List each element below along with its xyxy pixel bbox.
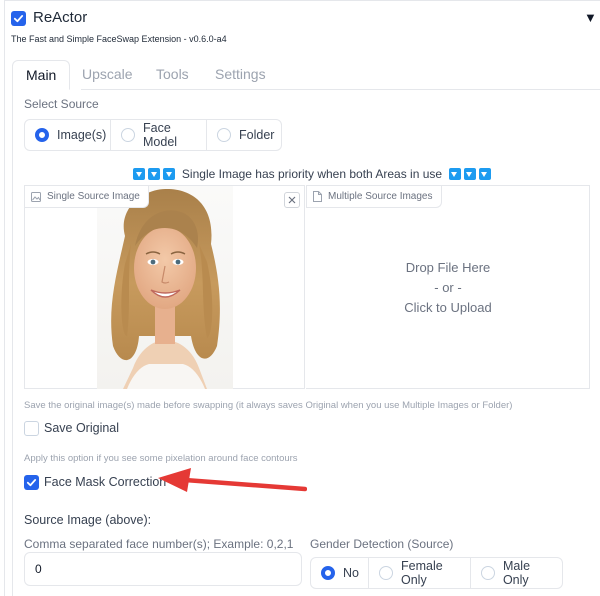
select-source-label: Select Source bbox=[24, 97, 99, 111]
click-to-upload-text[interactable]: Click to Upload bbox=[306, 298, 590, 318]
gender-option-female-only[interactable]: Female Only bbox=[369, 558, 471, 588]
gender-option-no[interactable]: No bbox=[311, 558, 369, 588]
radio-unselected-icon bbox=[217, 128, 231, 142]
priority-notice: Single Image has priority when both Area… bbox=[24, 167, 600, 181]
drop-file-text: Drop File Here bbox=[405, 260, 491, 275]
gender-option-male-only-label: Male Only bbox=[502, 559, 531, 587]
gender-option-male-only[interactable]: Male Only bbox=[471, 558, 562, 588]
single-source-image-label-pill: Single Source Image bbox=[25, 186, 149, 208]
tab-bar: Main Upscale Tools Settings bbox=[12, 60, 600, 90]
down-arrow-icon bbox=[478, 168, 491, 180]
source-option-images-label: Image(s) bbox=[57, 128, 107, 142]
face-numbers-input[interactable] bbox=[24, 552, 302, 586]
tab-divider bbox=[81, 89, 600, 90]
annotation-arrow-icon bbox=[158, 468, 307, 492]
save-original-label[interactable]: Save Original bbox=[44, 421, 119, 435]
image-icon bbox=[31, 191, 41, 202]
face-mask-info: Apply this option if you see some pixela… bbox=[24, 453, 298, 464]
check-icon bbox=[26, 479, 37, 487]
tab-main[interactable]: Main bbox=[12, 60, 71, 90]
gender-detection-radio-group: No Female Only Male Only bbox=[310, 557, 563, 589]
down-arrow-emoji-icons-right bbox=[447, 168, 492, 180]
radio-selected-icon bbox=[35, 128, 49, 142]
down-arrow-icon bbox=[148, 168, 161, 180]
source-option-face-model-label: Face Model bbox=[143, 121, 178, 149]
source-option-folder-label: Folder bbox=[239, 128, 275, 142]
gender-detection-label: Gender Detection (Source) bbox=[310, 537, 454, 551]
source-option-face-model[interactable]: Face Model bbox=[111, 120, 207, 150]
dropzone-text: Drop File Here - or - Click to Upload bbox=[306, 258, 590, 318]
clear-image-button[interactable] bbox=[284, 192, 300, 208]
radio-selected-icon bbox=[321, 566, 335, 580]
priority-notice-text: Single Image has priority when both Area… bbox=[181, 167, 443, 181]
multiple-source-images-label-pill: Multiple Source Images bbox=[306, 186, 442, 208]
down-arrow-icon bbox=[163, 168, 176, 180]
multiple-source-images-label: Multiple Source Images bbox=[328, 191, 433, 202]
extension-subtitle: The Fast and Simple FaceSwap Extension -… bbox=[11, 34, 227, 44]
tab-upscale[interactable]: Upscale bbox=[82, 60, 133, 90]
face-numbers-label: Comma separated face number(s); Example:… bbox=[24, 537, 294, 551]
source-option-images[interactable]: Image(s) bbox=[25, 120, 111, 150]
down-arrow-icon bbox=[448, 168, 461, 180]
collapse-triangle-icon[interactable]: ▼ bbox=[584, 10, 597, 25]
or-text: - or - bbox=[434, 280, 462, 295]
source-option-folder[interactable]: Folder bbox=[207, 120, 281, 150]
source-image-section-label: Source Image (above): bbox=[24, 513, 152, 527]
single-source-image-label: Single Source Image bbox=[47, 191, 140, 202]
down-arrow-icon bbox=[463, 168, 476, 180]
radio-unselected-icon bbox=[379, 566, 393, 580]
tab-settings[interactable]: Settings bbox=[215, 60, 266, 90]
close-icon bbox=[288, 196, 296, 204]
down-arrow-icon bbox=[133, 168, 146, 180]
source-portrait-image bbox=[97, 186, 233, 389]
enable-reactor-checkbox[interactable] bbox=[11, 11, 26, 26]
single-source-image-area[interactable]: Single Source Image bbox=[24, 185, 305, 389]
radio-unselected-icon bbox=[121, 128, 135, 142]
gender-option-female-only-label: Female Only bbox=[401, 559, 443, 587]
gender-option-no-label: No bbox=[343, 566, 359, 580]
tab-tools[interactable]: Tools bbox=[156, 60, 189, 90]
save-original-info: Save the original image(s) made before s… bbox=[24, 400, 513, 411]
extension-title: ReActor bbox=[33, 9, 88, 26]
file-icon bbox=[313, 191, 322, 202]
radio-unselected-icon bbox=[480, 566, 495, 580]
down-arrow-emoji-icons-left bbox=[132, 168, 177, 180]
face-mask-correction-checkbox[interactable] bbox=[24, 475, 39, 490]
save-original-checkbox[interactable] bbox=[24, 421, 39, 436]
select-source-radio-group: Image(s) Face Model Folder bbox=[24, 119, 282, 151]
content-border bbox=[12, 89, 13, 596]
face-mask-correction-label[interactable]: Face Mask Correction bbox=[44, 475, 166, 489]
check-icon bbox=[13, 15, 24, 23]
